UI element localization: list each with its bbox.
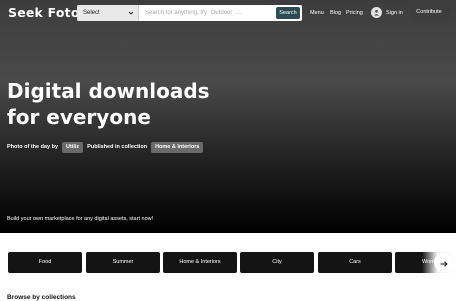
search-button[interactable]: Search bbox=[276, 7, 300, 19]
hero-banner: Seek Foto Select Search Menu Blog Pricin… bbox=[0, 0, 456, 233]
published-label: Published in collection bbox=[87, 144, 148, 150]
category-food[interactable]: Food bbox=[8, 252, 82, 273]
photo-of-day-label: Photo of the day by bbox=[7, 144, 59, 150]
hero-title-line-2: for everyone bbox=[7, 105, 151, 129]
sign-in-label: Sign in bbox=[386, 9, 403, 16]
photographer-chip[interactable]: Utiliz bbox=[62, 141, 84, 153]
user-icon bbox=[371, 7, 382, 18]
sign-in-link[interactable]: Sign in bbox=[371, 7, 403, 18]
collection-chip[interactable]: Home & Interiors bbox=[151, 141, 204, 153]
search-input[interactable] bbox=[145, 5, 273, 21]
category-cars[interactable]: Cars bbox=[318, 252, 392, 273]
search-bar: Select Search bbox=[77, 5, 302, 21]
chevron-down-icon bbox=[128, 5, 134, 21]
hero-title-line-1: Digital downloads bbox=[7, 79, 210, 103]
category-select[interactable]: Select bbox=[77, 5, 139, 21]
category-select-value: Select bbox=[83, 10, 100, 16]
hero-subtitle: Build your own marketplace for any digit… bbox=[7, 216, 154, 222]
category-carousel: Food Summer Home & Interiors City Cars W… bbox=[0, 252, 456, 273]
nav-pricing[interactable]: Pricing bbox=[346, 10, 363, 16]
category-summer[interactable]: Summer bbox=[86, 252, 160, 273]
nav-blog[interactable]: Blog bbox=[330, 10, 341, 16]
photo-of-the-day: Photo of the day by Utiliz Published in … bbox=[7, 141, 207, 153]
top-navigation: Seek Foto Select Search Menu Blog Pricin… bbox=[0, 0, 456, 26]
site-logo[interactable]: Seek Foto bbox=[8, 5, 80, 20]
arrow-right-icon bbox=[440, 254, 448, 272]
category-city[interactable]: City bbox=[240, 252, 314, 273]
contribute-button[interactable]: Contribute bbox=[409, 5, 449, 20]
category-home-interiors[interactable]: Home & Interiors bbox=[163, 252, 237, 273]
hero-title: Digital downloads for everyone bbox=[7, 78, 247, 130]
nav-menu[interactable]: Menu bbox=[310, 10, 324, 16]
carousel-next-button[interactable] bbox=[434, 253, 453, 272]
